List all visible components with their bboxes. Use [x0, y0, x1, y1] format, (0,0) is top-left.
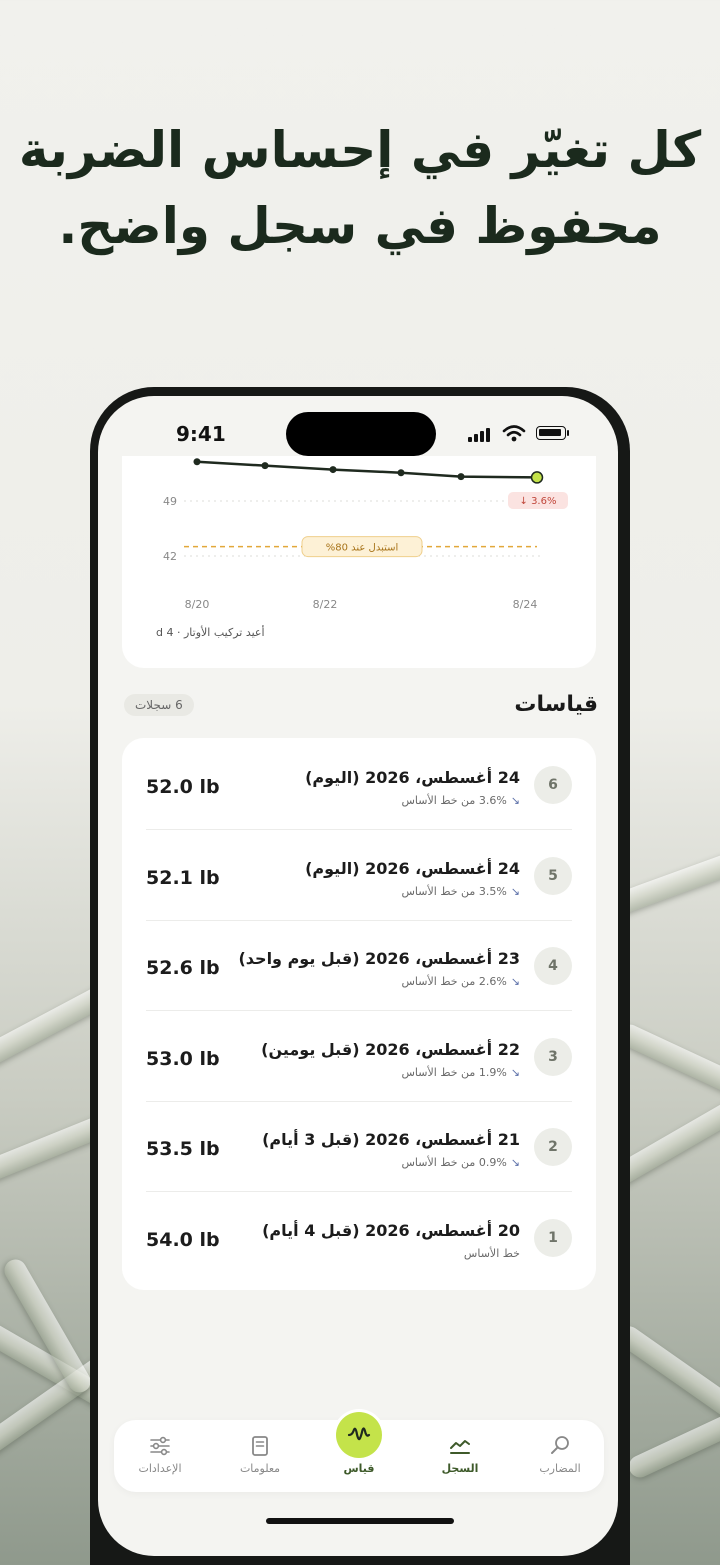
measurement-row[interactable]: 4 23 أغسطس، 2026 (قبل يوم واحد) ↘ 2.6% من خ… — [122, 921, 596, 1011]
measurement-delta-text: 0.9% من خط الأساس — [401, 1156, 507, 1169]
measurement-weight: 52.0 lb — [146, 776, 220, 798]
measurement-delta: ↘ 3.6% من خط الأساس — [402, 794, 521, 807]
book-icon — [252, 1436, 268, 1456]
replace-threshold-label: استبدل عند 80% — [326, 543, 399, 554]
measurement-index: 2 — [534, 1128, 572, 1166]
measure-button[interactable] — [336, 1412, 382, 1458]
measurement-row[interactable]: 2 21 أغسطس، 2026 (قبل 3 أيام) ↘ 0.9% من خط … — [122, 1102, 596, 1192]
tab-info[interactable]: معلومات — [220, 1434, 300, 1475]
measurements-list: 6 24 أغسطس، 2026 (اليوم) ↘ 3.6% من خط الأسا… — [122, 738, 596, 1290]
measurement-delta-text: 1.9% من خط الأساس — [401, 1065, 507, 1079]
data-point — [397, 469, 405, 477]
app-screen: 9:41 49 42 استبدل عند 80% ↓ 3.6% 8/20 8/22 8/2… — [98, 396, 618, 1556]
measurement-delta: ↘ 3.5% من خط الأساس — [402, 885, 521, 898]
battery-icon — [536, 426, 566, 440]
measurement-weight: 53.0 lb — [146, 1047, 220, 1070]
measurement-delta: ↘ 1.9% من خط الأساس — [402, 1066, 521, 1079]
trend-down-icon: ↘ — [510, 1065, 520, 1079]
measurement-row[interactable]: 5 24 أغسطس، 2026 (اليوم) ↘ 3.5% من خط الأسا… — [122, 831, 596, 921]
status-time: 9:41 — [176, 422, 226, 446]
y-tick-label: 49 — [163, 495, 177, 508]
measurement-index: 3 — [534, 1037, 572, 1076]
data-point — [261, 462, 269, 470]
measurement-delta-text: خط الأساس — [463, 1246, 520, 1260]
x-tick-label: 8/20 — [185, 598, 210, 611]
measurement-date: 24 أغسطس، 2026 (اليوم) — [305, 768, 520, 787]
measurement-delta: ↘ 2.6% من خط الأساس — [402, 975, 521, 988]
measurement-weight: 54.0 lb — [146, 1228, 220, 1251]
status-icons — [468, 425, 578, 442]
measurement-index: 1 — [534, 1218, 572, 1257]
measurement-delta-text: 2.6% من خط الأساس — [401, 975, 507, 988]
x-tick-label: 8/24 — [513, 598, 538, 611]
trend-down-icon: ↘ — [510, 794, 520, 807]
measurement-index: 4 — [534, 947, 572, 985]
wifi-icon — [502, 425, 526, 442]
waveform-icon — [347, 1427, 371, 1441]
signal-icon-bar — [486, 428, 490, 442]
strength-line — [196, 460, 538, 479]
y-tick-label: 42 — [163, 550, 177, 563]
headline-line-1: كل تغيّر في إحساس الضربة — [18, 121, 702, 179]
measurement-weight: 53.5 lb — [146, 1138, 220, 1160]
tab-measure[interactable]: قياس — [334, 1412, 384, 1475]
measurement-delta: خط الأساس — [464, 1247, 520, 1260]
tab-history-label: السجل — [441, 1462, 479, 1475]
measurement-date: 22 أغسطس، 2026 (قبل يومين) — [261, 1039, 520, 1059]
measurement-date: 20 أغسطس، 2026 (قبل 4 أيام) — [262, 1220, 520, 1240]
trend-down-icon: ↘ — [510, 975, 520, 988]
data-point — [193, 458, 201, 466]
restring-hint: أعيد تركيب الأوتار · 4 d — [156, 626, 265, 639]
tab-history[interactable]: السجل — [420, 1434, 500, 1475]
tab-settings[interactable]: الإعدادات — [120, 1434, 200, 1475]
measurement-weight: 52.1 lb — [146, 866, 220, 889]
measurement-delta: ↘ 0.9% من خط الأساس — [402, 1156, 521, 1169]
measurement-delta-text: 3.6% من خط الأساس — [401, 794, 507, 807]
change-badge-label: ↓ 3.6% — [520, 496, 557, 507]
signal-icon-bar — [474, 434, 478, 442]
history-chart-icon — [450, 1440, 470, 1454]
tab-bar: المضارب السجل قياس معلومات الإعدادات — [114, 1412, 604, 1492]
tab-racquets-label: المضارب — [539, 1462, 581, 1475]
data-point — [457, 473, 465, 481]
measurement-index: 6 — [534, 766, 572, 804]
home-indicator — [266, 1518, 454, 1524]
signal-icon-bar — [480, 431, 484, 442]
measurement-row[interactable]: 3 22 أغسطس، 2026 (قبل يومين) ↘ 1.9% من خط ا… — [122, 1012, 596, 1102]
data-point — [329, 466, 337, 474]
measurements-title: قياسات — [514, 692, 598, 717]
x-tick-label: 8/22 — [313, 598, 338, 611]
latest-data-point — [530, 471, 544, 484]
marketing-headline: كل تغيّر في إحساس الضربة محفوظ في سجل وا… — [0, 112, 720, 264]
measurement-delta-text: 3.5% من خط الأساس — [401, 884, 507, 898]
records-count-badge: 6 سجلات — [124, 694, 194, 716]
trend-down-icon: ↘ — [510, 1156, 520, 1169]
signal-icon — [468, 437, 472, 442]
tab-info-label: معلومات — [239, 1462, 281, 1475]
dynamic-island — [286, 412, 436, 456]
measurement-date: 21 أغسطس، 2026 (قبل 3 أيام) — [262, 1130, 520, 1149]
battery-cap — [567, 430, 569, 436]
measurement-row[interactable]: 6 24 أغسطس، 2026 (اليوم) ↘ 3.6% من خط الأسا… — [122, 740, 596, 830]
measurement-date: 23 أغسطس، 2026 (قبل يوم واحد) — [238, 949, 520, 968]
measurement-date: 24 أغسطس، 2026 (اليوم) — [305, 858, 520, 878]
sliders-icon — [150, 1436, 170, 1456]
measurement-weight: 52.6 lb — [146, 957, 220, 979]
tab-measure-label: قياس — [343, 1462, 375, 1475]
measurement-index: 5 — [534, 856, 572, 895]
tab-racquets[interactable]: المضارب — [520, 1434, 600, 1475]
strength-chart-card: 49 42 استبدل عند 80% ↓ 3.6% 8/20 8/22 8/24 أعي… — [122, 456, 596, 668]
trend-down-icon: ↘ — [510, 884, 520, 898]
headline-line-2: محفوظ في سجل واضح. — [58, 197, 662, 255]
tab-settings-label: الإعدادات — [138, 1462, 182, 1475]
measurement-row[interactable]: 1 20 أغسطس، 2026 (قبل 4 أيام) خط الأساس 54.… — [122, 1193, 596, 1283]
racquet-icon — [551, 1436, 569, 1454]
